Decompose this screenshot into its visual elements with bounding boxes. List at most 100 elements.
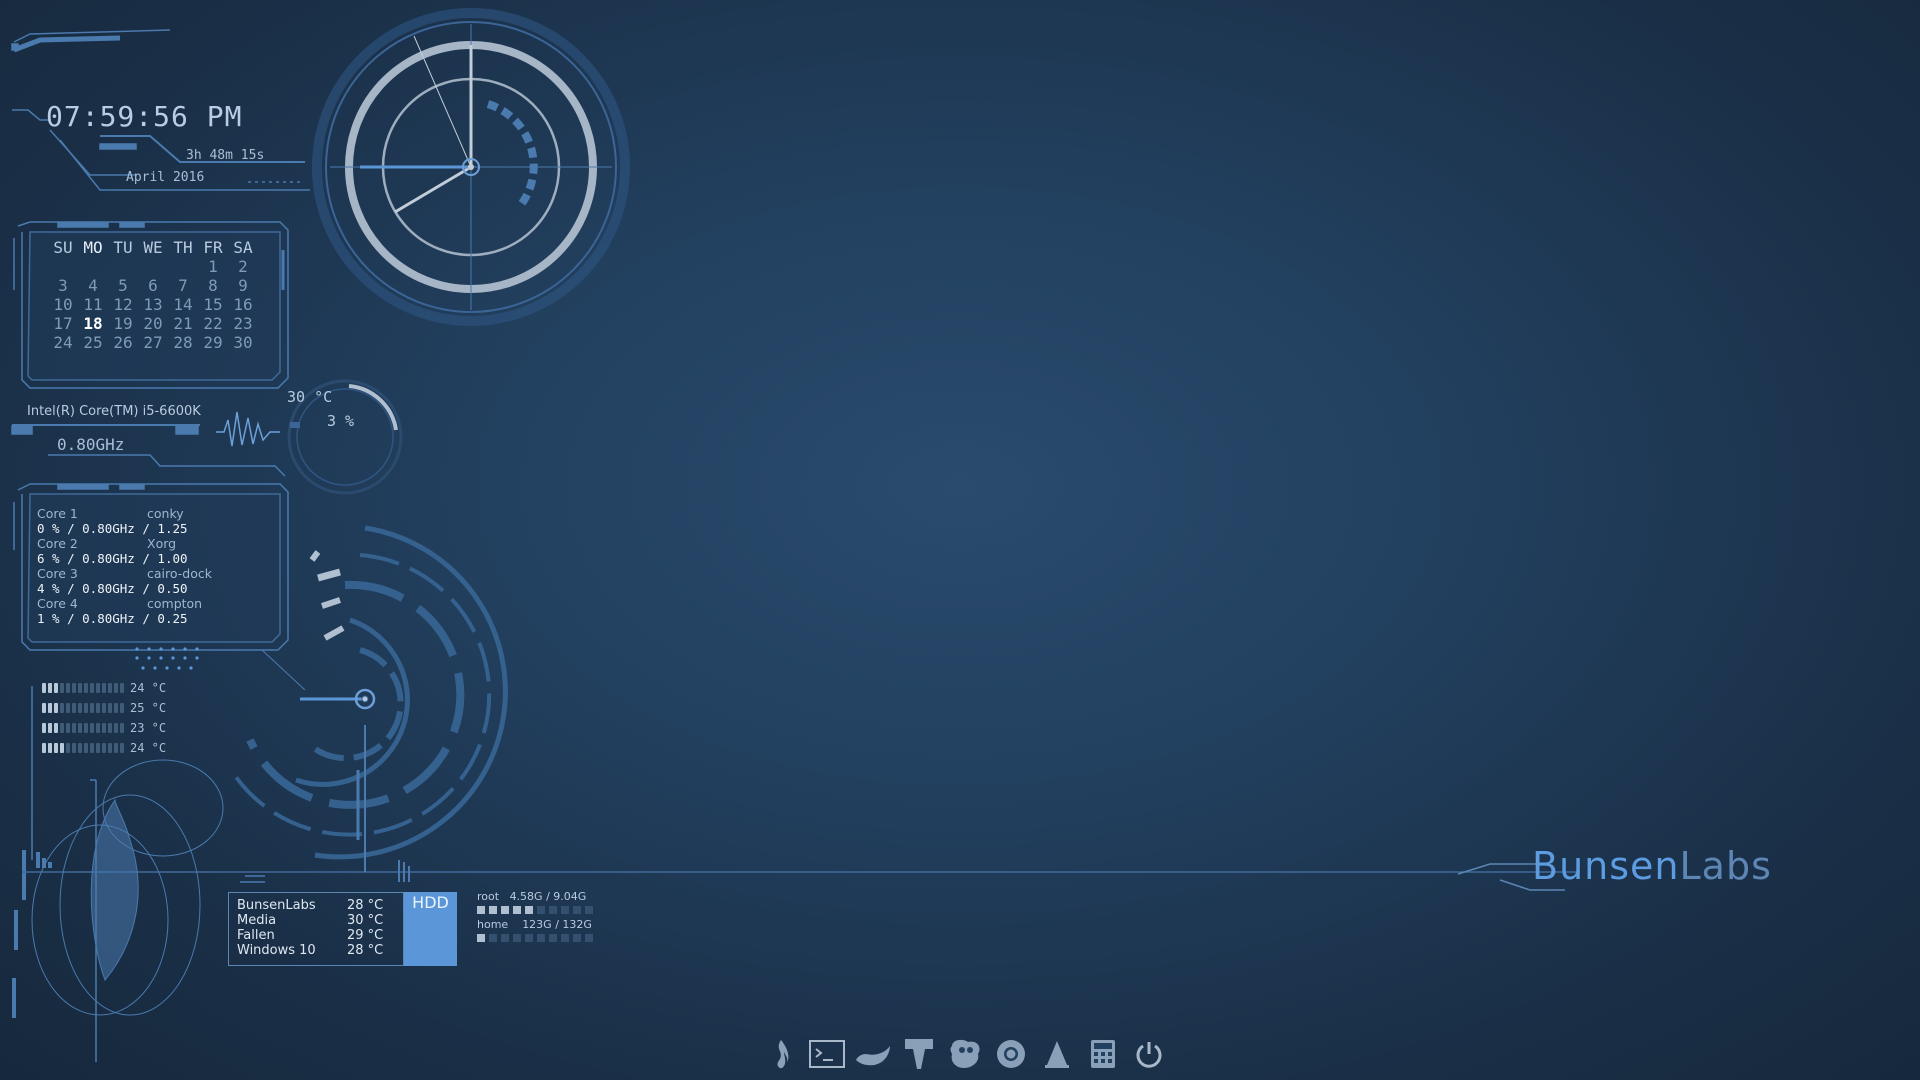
disk-bar-segment bbox=[489, 906, 497, 914]
disk-usage-value: 4.58G / 9.04G bbox=[509, 890, 587, 903]
core-label: Core 4 bbox=[37, 596, 78, 611]
drive-list: BunsenLabs 28 °C Media 30 °C Fallen 29 °C W… bbox=[237, 898, 383, 958]
temp-bar-segment bbox=[102, 703, 106, 713]
disk-usage-value: 123G / 132G bbox=[522, 918, 592, 931]
temp-bar bbox=[42, 723, 126, 733]
temp-bar-segment bbox=[60, 743, 64, 753]
disk-bar-segment bbox=[477, 906, 485, 914]
core-temp-value: 25 °C bbox=[130, 701, 167, 715]
temp-bar-segment bbox=[66, 703, 70, 713]
calendar-day: 15 bbox=[203, 295, 223, 314]
cpu-name: Intel(R) Core(TM) i5-6600K bbox=[27, 404, 201, 419]
temp-bar-segment bbox=[48, 743, 52, 753]
drive-temp: 28 °C bbox=[347, 943, 384, 958]
core-temp-row: 24 °C bbox=[42, 738, 166, 758]
temp-bar-segment bbox=[78, 743, 82, 753]
calendar-day: 1 bbox=[208, 257, 218, 276]
calendar-day-headers: SU MO TU WE TH FR SA bbox=[48, 238, 258, 257]
temp-bar-segment bbox=[96, 743, 100, 753]
calendar-day-header: WE bbox=[143, 238, 163, 257]
temp-bar-segment bbox=[90, 723, 94, 733]
temp-bar-segment bbox=[108, 703, 112, 713]
calendar-day bbox=[168, 257, 198, 276]
cpu-load: 3 % bbox=[327, 412, 355, 430]
temp-bar-segment bbox=[120, 743, 124, 753]
terminal-icon[interactable] bbox=[808, 1036, 846, 1072]
process-value: / 0.25 bbox=[142, 611, 188, 626]
calendar-week: 3 4 5 6 7 8 9 bbox=[48, 276, 258, 295]
calendar-day: 27 bbox=[143, 333, 163, 352]
core-temperatures: 24 °C 25 °C 23 °C 24 °C bbox=[42, 678, 166, 758]
calendar-day: 22 bbox=[203, 314, 223, 333]
temp-bar bbox=[42, 703, 126, 713]
core-label: Core 2 bbox=[37, 536, 78, 551]
calendar-day-header: MO bbox=[83, 238, 103, 257]
calendar-day-header: FR bbox=[203, 238, 223, 257]
temp-bar-segment bbox=[54, 683, 58, 693]
temp-bar-segment bbox=[42, 703, 46, 713]
core-label: Core 3 bbox=[37, 566, 78, 581]
calendar-day-header: SA bbox=[233, 238, 253, 257]
chrome-icon[interactable] bbox=[992, 1036, 1030, 1072]
temp-bar-segment bbox=[84, 743, 88, 753]
cpu-frequency: 0.80GHz bbox=[57, 435, 125, 454]
process-name: Xorg bbox=[147, 536, 177, 551]
file-manager-icon[interactable] bbox=[854, 1036, 892, 1072]
clock-time: 07:59:56 PM bbox=[46, 100, 243, 133]
drive-row: BunsenLabs 28 °C bbox=[237, 898, 383, 913]
calendar-day: 13 bbox=[143, 295, 163, 314]
core-value: 4 % / 0.80GHz bbox=[37, 581, 135, 596]
disk-label: home bbox=[477, 918, 509, 931]
core-entry: Core 2 Xorg 6 % / 0.80GHz / 1.00 bbox=[37, 536, 212, 566]
gimp-icon[interactable] bbox=[946, 1036, 984, 1072]
temp-bar-segment bbox=[60, 723, 64, 733]
calendar-day bbox=[48, 257, 78, 276]
vlc-icon[interactable] bbox=[1038, 1036, 1076, 1072]
core-temp-value: 24 °C bbox=[130, 681, 167, 695]
calendar-day: 9 bbox=[238, 276, 248, 295]
disk-row: root 4.58G / 9.04G bbox=[477, 890, 593, 918]
temp-bar-segment bbox=[108, 743, 112, 753]
hdd-badge: HDD bbox=[404, 892, 457, 966]
calendar-day: 21 bbox=[173, 314, 193, 333]
power-icon[interactable] bbox=[1130, 1036, 1168, 1072]
temp-bar-segment bbox=[120, 703, 124, 713]
drive-row: Windows 10 28 °C bbox=[237, 943, 383, 958]
calendar-day: 4 bbox=[88, 276, 98, 295]
brand-part1: Bunsen bbox=[1532, 844, 1680, 888]
flame-icon[interactable] bbox=[762, 1036, 800, 1072]
month-year: April 2016 bbox=[126, 170, 205, 185]
drive-temp: 28 °C bbox=[347, 898, 384, 913]
temp-bar-segment bbox=[42, 723, 46, 733]
temp-bar-segment bbox=[66, 683, 70, 693]
calendar-day bbox=[138, 257, 168, 276]
temp-bar-segment bbox=[54, 703, 58, 713]
temp-bar-segment bbox=[102, 683, 106, 693]
calendar: SU MO TU WE TH FR SA 1 2 3 4 5 6 7 8 9 10 11 12 13 14 15 16 17… bbox=[48, 238, 258, 352]
disk-bar-segment bbox=[573, 906, 581, 914]
temp-bar-segment bbox=[54, 723, 58, 733]
process-name: cairo-dock bbox=[147, 566, 212, 581]
disk-bar-segment bbox=[549, 934, 557, 942]
brand-part2: Labs bbox=[1679, 844, 1772, 888]
temp-bar-segment bbox=[66, 723, 70, 733]
calculator-icon[interactable] bbox=[1084, 1036, 1122, 1072]
text-editor-icon[interactable] bbox=[900, 1036, 938, 1072]
temp-bar-segment bbox=[120, 683, 124, 693]
temp-bar-segment bbox=[78, 683, 82, 693]
core-label: Core 1 bbox=[37, 506, 78, 521]
temp-bar-segment bbox=[48, 703, 52, 713]
disk-bar-segment bbox=[537, 934, 545, 942]
drive-name: Media bbox=[237, 913, 277, 928]
disk-usage-bar bbox=[477, 906, 593, 914]
temp-bar-segment bbox=[90, 683, 94, 693]
disk-bar-segment bbox=[525, 906, 533, 914]
temp-bar bbox=[42, 683, 126, 693]
process-value: / 1.00 bbox=[142, 551, 188, 566]
temp-bar-segment bbox=[48, 723, 52, 733]
process-name: compton bbox=[147, 596, 203, 611]
bunsenlabs-logo: BunsenLabs bbox=[1532, 844, 1772, 888]
temp-bar-segment bbox=[78, 703, 82, 713]
temp-bar-segment bbox=[102, 743, 106, 753]
calendar-week: 10 11 12 13 14 15 16 bbox=[48, 295, 258, 314]
